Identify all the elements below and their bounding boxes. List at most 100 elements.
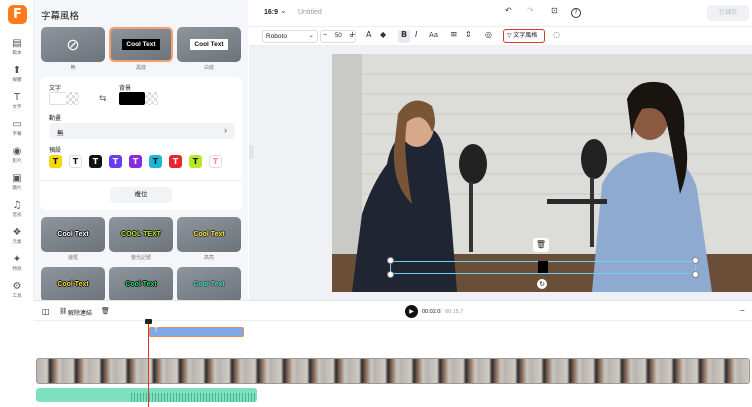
case-button[interactable]: Aa <box>429 31 438 39</box>
rail-item-effects[interactable]: ✦ 特效 <box>0 248 34 278</box>
rail-item-template[interactable]: ▤ 範本 <box>0 32 34 62</box>
font-size-value[interactable]: 50 <box>335 33 342 39</box>
preset-swatch[interactable]: T <box>149 155 162 168</box>
rotate-icon[interactable]: ↻ <box>537 279 547 289</box>
style-preview-text: Cool Text <box>190 39 228 50</box>
trash-icon[interactable]: 🗑 <box>101 307 110 315</box>
preset-swatch[interactable]: T <box>209 155 222 168</box>
style-tile-label: 白底 <box>203 65 214 71</box>
resize-handle[interactable] <box>692 271 699 278</box>
style-tile[interactable]: COOL TEXT <box>109 217 173 252</box>
split-icon[interactable]: ◫ <box>42 307 50 316</box>
style-tile[interactable]: Cool Text <box>177 267 241 302</box>
divider <box>40 180 242 181</box>
rail-item-audio[interactable]: ♫ 音訊 <box>0 194 34 224</box>
zoom-out-icon[interactable]: − <box>740 306 745 315</box>
style-preview-text: Cool Text <box>193 231 225 238</box>
layers-icon[interactable]: ◎ <box>485 30 492 39</box>
style-tile[interactable]: Cool Text <box>109 267 173 302</box>
style-preview-text: Cool Text <box>57 281 89 288</box>
rail-item-image[interactable]: ▣ 圖片 <box>0 167 34 197</box>
preset-swatch[interactable]: T <box>109 155 122 168</box>
style-tile-none[interactable]: ⊘ <box>41 27 105 62</box>
video-track[interactable] <box>36 358 750 384</box>
style-tile[interactable]: Cool Text <box>41 267 105 302</box>
bg-color-swatch[interactable] <box>119 92 145 105</box>
resize-handle[interactable] <box>387 271 394 278</box>
resize-handle[interactable] <box>387 257 394 264</box>
animation-label: 動畫 <box>49 116 62 122</box>
caption-text-block <box>538 261 548 273</box>
text-color-swatch[interactable] <box>49 92 67 105</box>
filter-icon: ▽ <box>507 32 512 39</box>
chevron-down-icon[interactable]: ⌄ <box>280 6 287 15</box>
preset-swatch[interactable]: T <box>89 155 102 168</box>
preset-label: 預設 <box>49 148 62 154</box>
style-tile[interactable]: Cool Text <box>177 217 241 252</box>
align-icon[interactable]: ≡ <box>450 30 458 40</box>
rail-item-elements[interactable]: ❖ 元素 <box>0 221 34 251</box>
bold-button[interactable]: B <box>398 30 410 43</box>
help-icon[interactable]: ? <box>571 8 581 18</box>
rail-item-caption[interactable]: ▭ 字幕 <box>0 113 34 143</box>
rail-item-tools[interactable]: ⚙ 工具 <box>0 275 34 305</box>
unlink-button[interactable]: 解除連結 <box>68 308 92 317</box>
playhead-handle[interactable] <box>145 319 152 324</box>
italic-button[interactable]: I <box>415 30 417 39</box>
redo-icon[interactable]: ↷ <box>527 6 534 15</box>
video-preview[interactable]: 🗑 ↻ <box>332 54 752 292</box>
style-tile[interactable]: Cool Text <box>41 217 105 252</box>
screenshot-icon[interactable]: ⊡ <box>551 6 558 15</box>
increase-size-button[interactable]: + <box>349 30 356 39</box>
app-logo[interactable]: F <box>8 5 27 24</box>
style-tile-label: 高亮 <box>203 255 214 261</box>
caption-clip[interactable]: T <box>149 327 244 337</box>
preset-swatch[interactable]: T <box>169 155 182 168</box>
highlight-icon[interactable]: ◆ <box>380 30 386 39</box>
chevron-down-icon: ⌄ <box>308 32 314 39</box>
more-options-icon[interactable]: ◌ <box>553 30 560 39</box>
play-button[interactable]: ▶ <box>405 305 418 318</box>
preset-swatch[interactable]: T <box>129 155 142 168</box>
audio-icon: ♫ <box>12 200 22 211</box>
rail-item-video[interactable]: ◉ 影片 <box>0 140 34 170</box>
swap-icon[interactable]: ⇆ <box>99 94 107 104</box>
style-tile-white-bg[interactable]: Cool Text <box>177 27 241 62</box>
text-color-icon[interactable]: A <box>366 30 371 39</box>
spacing-icon[interactable]: ⇕ <box>465 30 472 39</box>
delete-icon[interactable]: 🗑 <box>533 238 549 252</box>
style-tile-label: 黑底 <box>135 65 146 71</box>
caption-selection-box[interactable] <box>387 257 699 278</box>
current-time: 00:02.0 <box>422 309 441 315</box>
text-icon: T <box>13 92 21 103</box>
playhead[interactable] <box>148 319 149 407</box>
text-style-button[interactable]: ▽ 文字風格 <box>503 29 545 43</box>
rail-item-text[interactable]: T 文字 <box>0 86 34 116</box>
project-title[interactable]: Untitled <box>298 9 322 16</box>
resize-handle[interactable] <box>692 257 699 264</box>
rail-item-upload[interactable]: ⬆ 媒體 <box>0 59 34 89</box>
decrease-size-button[interactable]: − <box>323 32 327 39</box>
preset-swatch[interactable]: T <box>69 155 82 168</box>
tools-icon: ⚙ <box>12 281 22 292</box>
preset-swatch[interactable]: T <box>189 155 202 168</box>
undo-icon[interactable]: ↶ <box>505 6 512 15</box>
preset-swatch[interactable]: T <box>49 155 62 168</box>
divider <box>34 320 752 321</box>
audio-track[interactable] <box>36 388 257 402</box>
animation-value: 無 <box>57 130 64 137</box>
rail-item-label: 影片 <box>12 158 22 163</box>
reset-button[interactable]: 複位 <box>110 187 172 203</box>
export-button[interactable]: 已儲存 <box>707 5 749 21</box>
font-select[interactable]: Roboto ⌄ <box>262 30 318 43</box>
rail-item-label: 音訊 <box>12 212 22 217</box>
text-opacity-swatch[interactable] <box>66 92 79 105</box>
aspect-ratio[interactable]: 16:9 <box>264 9 278 16</box>
animation-select[interactable]: 無 › <box>49 123 235 139</box>
style-tile-black-bg[interactable]: Cool Text <box>109 27 173 62</box>
style-preview-text: Cool Text <box>57 231 89 238</box>
bg-opacity-swatch[interactable] <box>145 92 158 105</box>
unlink-icon[interactable]: ⛓ <box>59 307 67 315</box>
audio-waveform <box>131 393 257 402</box>
collapse-panel-handle[interactable] <box>249 145 254 159</box>
